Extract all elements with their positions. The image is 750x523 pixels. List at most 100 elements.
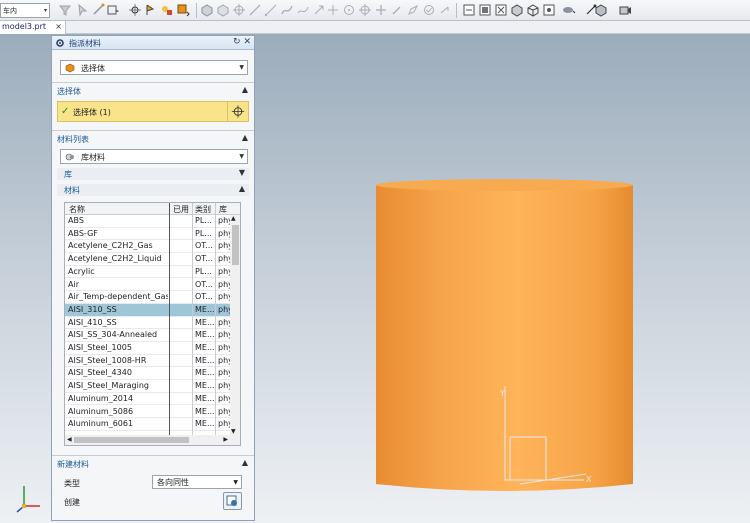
wire-cube-icon[interactable]: [526, 3, 540, 17]
selection-type-combo[interactable]: 选择体 ▼: [60, 60, 248, 75]
table-row[interactable]: AISI_310_SSME...phy: [65, 303, 231, 317]
material-name-cell: Air: [68, 279, 79, 289]
shaded-cube-icon[interactable]: [510, 3, 524, 17]
chevron-up-icon[interactable]: ▲: [242, 133, 248, 142]
new-material-section-header[interactable]: 新建材料 ▲: [52, 457, 254, 471]
create-label: 创建: [64, 498, 80, 507]
select-body-section-header[interactable]: 选择体 ▲: [52, 84, 254, 98]
select-body-status: 选择体 (1): [73, 108, 111, 117]
target-icon[interactable]: [358, 3, 372, 17]
view-cube-icon[interactable]: [216, 3, 230, 17]
table-row[interactable]: ABSPL...phy: [65, 215, 231, 228]
line-icon[interactable]: [248, 3, 262, 17]
axis-icon[interactable]: [312, 3, 326, 17]
layer-icon[interactable]: [462, 3, 476, 17]
table-row[interactable]: AISI_Steel_1005ME...phy: [65, 342, 231, 355]
table-row[interactable]: AISI_410_SSME...phy: [65, 317, 231, 330]
render-style-icon[interactable]: [562, 3, 576, 17]
edit-icon[interactable]: [406, 3, 420, 17]
table-row[interactable]: Aluminum_5086ME...phy: [65, 406, 231, 419]
table-row[interactable]: Acetylene_C2H2_LiquidOT...phy: [65, 253, 231, 266]
chevron-down-icon[interactable]: ▼: [239, 168, 245, 177]
reset-close-buttons[interactable]: ↻ ✕: [233, 37, 251, 47]
vector-icon[interactable]: [326, 3, 340, 17]
file-tab-strip: model3.prt ×: [0, 21, 750, 34]
pick-icon[interactable]: [144, 3, 158, 17]
material-type-combo[interactable]: 各向同性 ▼: [152, 475, 242, 489]
material-class-cell: ME...: [195, 393, 215, 403]
snap-point-icon[interactable]: [128, 3, 142, 17]
view-front-icon[interactable]: [478, 3, 492, 17]
create-material-button[interactable]: [223, 492, 242, 510]
file-tab-model3[interactable]: model3.prt ×: [0, 21, 66, 34]
column-header-library[interactable]: 库: [219, 204, 227, 215]
table-horizontal-scrollbar[interactable]: ◀ ▶: [65, 435, 240, 445]
curve-icon[interactable]: [280, 3, 294, 17]
scroll-right-icon[interactable]: ▶: [223, 436, 228, 443]
material-class-cell: ME...: [195, 304, 215, 314]
material-class-cell: ME...: [195, 381, 215, 391]
material-class-cell: OT...: [195, 254, 213, 264]
table-row[interactable]: AirOT...phy: [65, 279, 231, 292]
select-body-row[interactable]: ✓ 选择体 (1): [57, 101, 249, 122]
material-name-cell: AISI_Steel_4340: [68, 368, 132, 378]
scroll-left-icon[interactable]: ◀: [67, 436, 72, 443]
scroll-thumb[interactable]: [74, 437, 189, 443]
view-top-icon[interactable]: [494, 3, 508, 17]
material-subsection-header[interactable]: 材料 ▲: [57, 184, 249, 196]
material-subsection-label: 材料: [64, 186, 80, 195]
table-row[interactable]: AISI_SS_304-AnnealedME...phy: [65, 329, 231, 342]
table-row[interactable]: Air_Temp-dependent_GasOT...phy: [65, 291, 231, 304]
color-dropdown-icon[interactable]: [176, 3, 190, 17]
chevron-up-icon[interactable]: ▲: [242, 85, 248, 94]
table-row[interactable]: Aluminum_6061ME...phy: [65, 418, 231, 431]
circle-point-icon[interactable]: [342, 3, 356, 17]
plus-icon[interactable]: [374, 3, 388, 17]
table-vertical-scrollbar[interactable]: ▲ ▼: [230, 215, 240, 435]
shaded-body-icon[interactable]: [594, 3, 608, 17]
scroll-thumb[interactable]: [232, 225, 239, 265]
material-table[interactable]: 名称 已用 类别 库 ABSPL...phyABS-GFPL...phyAcet…: [64, 202, 241, 446]
table-row[interactable]: AcrylicPL...phy: [65, 266, 231, 279]
material-class-cell: ME...: [195, 355, 215, 365]
column-divider: [169, 203, 170, 445]
library-combo[interactable]: 库材料 ▼: [60, 149, 248, 164]
table-row[interactable]: ABS-GFPL...phy: [65, 228, 231, 241]
chevron-up-icon[interactable]: ▲: [242, 458, 248, 467]
select-tool-icon[interactable]: [106, 3, 120, 17]
library-subsection-header[interactable]: 库 ▼: [57, 168, 249, 180]
material-list-section-header[interactable]: 材料列表 ▲: [52, 132, 254, 146]
column-header-name[interactable]: 名称: [69, 204, 85, 215]
fit-view-icon[interactable]: [542, 3, 556, 17]
cube-icon[interactable]: [200, 3, 214, 17]
new-material-icon: [226, 495, 237, 506]
camera-icon[interactable]: [618, 3, 632, 17]
dialog-title-bar[interactable]: 指派材料 ↻ ✕: [52, 36, 254, 50]
select-edge-icon[interactable]: [92, 3, 106, 17]
check-circle-icon[interactable]: [422, 3, 436, 17]
close-icon[interactable]: ×: [55, 22, 62, 31]
column-header-class[interactable]: 类别: [195, 204, 211, 215]
select-all-icon[interactable]: [76, 3, 90, 17]
style-icon[interactable]: [160, 3, 174, 17]
pen-icon[interactable]: [390, 3, 404, 17]
table-row[interactable]: AISI_Steel_1008-HRME...phy: [65, 355, 231, 368]
chevron-up-icon[interactable]: ▲: [239, 184, 245, 193]
scroll-up-icon[interactable]: ▲: [231, 215, 236, 222]
filter-icon[interactable]: [58, 3, 72, 17]
table-row[interactable]: AISI_Steel_4340ME...phy: [65, 367, 231, 381]
table-row[interactable]: Aluminum_2014ME...phy: [65, 393, 231, 406]
column-header-used[interactable]: 已用: [173, 204, 189, 215]
selection-filter-combo[interactable]: 车内 ▾: [0, 3, 50, 18]
spline-icon[interactable]: [296, 3, 310, 17]
crosshair-icon[interactable]: [232, 3, 246, 17]
material-name-cell: Aluminum_2014: [68, 393, 134, 403]
arrow-icon[interactable]: [438, 3, 452, 17]
material-class-cell: PL...: [195, 228, 212, 238]
scroll-down-icon[interactable]: ▼: [231, 428, 236, 435]
material-name-cell: Acetylene_C2H2_Gas: [68, 241, 153, 251]
table-row[interactable]: AISI_Steel_MaragingME...phy: [65, 380, 231, 393]
crosshair-select-icon[interactable]: [227, 102, 248, 121]
table-row[interactable]: Acetylene_C2H2_GasOT...phy: [65, 240, 231, 254]
line2-icon[interactable]: [264, 3, 278, 17]
